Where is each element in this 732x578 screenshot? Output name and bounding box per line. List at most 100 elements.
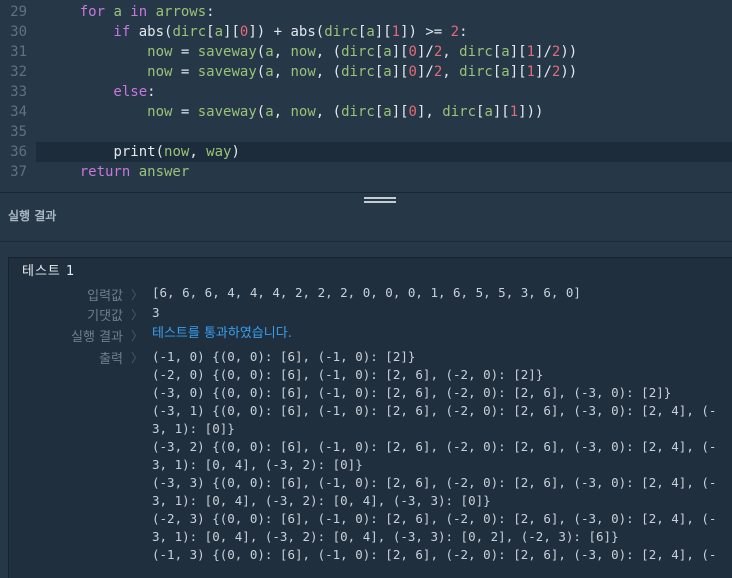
output-line: (-1, 3) {(0, 0): [6], (-1, 0): [2, 6], (… [152,547,717,562]
code-token: , [189,144,207,160]
code-token: saveway [197,44,257,60]
code-token: ]/ [416,64,434,80]
code-token: dirc [459,44,493,60]
code-token: a [383,44,392,60]
code-token: now [290,64,316,80]
code-token: 0 [408,104,417,120]
code-line[interactable]: 31 now = saveway(a, now, (dirc[a][0]/2, … [0,42,732,62]
code-token: 2 [450,24,460,40]
code-line[interactable]: 37 return answer [0,162,732,182]
code-token: ][ [391,64,409,80]
code-text: now = saveway(a, now, (dirc[a][0]/2, dir… [46,42,577,62]
output-line: (-2, 3) {(0, 0): [6], (-1, 0): [2, 6], (… [152,511,717,526]
code-token: [ [206,24,215,40]
code-token: a [265,64,274,80]
code-token: print( [113,144,165,160]
code-token: 1 [509,104,519,120]
output-line: 3, 1): [0, 4], (-3, 2): [0, 4], (-3, 3):… [152,529,619,544]
code-token: : [147,84,156,100]
line-number: 35 [10,124,27,140]
code-token: a [484,104,493,120]
code-token: 1 [526,64,536,80]
code-token: dirc [459,64,493,80]
code-token: , [442,44,460,60]
output-label: 출력 [99,352,123,367]
input-label: 입력값 [87,289,123,304]
code-token: now [290,44,316,60]
code-token: abs( [138,24,173,40]
output-line: (-1, 0) {(0, 0): [6], (-1, 0): [2]} [152,349,416,364]
expected-value: 3 [152,305,160,320]
code-token: a [501,64,510,80]
code-token: , ( [315,44,342,60]
code-token: ) [231,144,240,160]
code-token: ]/ [416,44,434,60]
line-number: 32 [10,64,27,80]
code-token: a [383,104,392,120]
code-token: , [273,44,291,60]
code-line[interactable]: 29 for a in arrows: [0,2,732,22]
code-line[interactable]: 33 else: [0,82,732,102]
code-editor[interactable]: 29 for a in arrows: 30 if abs(dirc[a][0])… [0,0,732,192]
code-token: ][ [391,104,409,120]
result-header-title: 실행 결과 [8,209,57,223]
code-token: dirc [341,44,375,60]
code-token: a [501,44,510,60]
code-token: now [147,64,173,80]
code-token: arrows [155,4,207,20]
code-token: 0 [408,64,417,80]
code-token: = [172,64,198,80]
code-token: ][ [223,24,240,40]
code-token: 0 [408,44,417,60]
code-token: in [121,4,156,20]
code-token: ( [256,104,266,120]
code-token: dirc [172,24,207,40]
line-number: 37 [10,164,27,180]
code-token: 1 [526,44,536,60]
code-token: ( [256,64,266,80]
code-token: , [273,64,291,80]
code-token: ][ [374,24,392,40]
code-token: , ( [315,104,342,120]
code-token: = [172,104,198,120]
line-number: 36 [10,144,27,160]
resize-handle[interactable] [364,197,396,205]
line-number: 29 [10,4,27,20]
code-token: a [265,44,274,60]
code-token: ( [256,44,266,60]
code-line[interactable]: 36 print(now, way) [10,142,732,162]
code-token: a [214,24,224,40]
code-line[interactable]: 32 now = saveway(a, now, (dirc[a][0]/2, … [0,62,732,82]
code-token: ]/ [535,44,552,60]
code-token: ]) >= [400,24,451,40]
code-token: 1 [391,24,401,40]
code-token: saveway [197,104,257,120]
code-token: for [46,4,114,20]
code-token: else [46,84,148,100]
output-line: (-3, 0) {(0, 0): [6], (-1, 0): [2, 6], (… [152,385,672,400]
test-case-title: 테스트 1 [22,264,76,279]
handle-bar-bottom [364,201,396,203]
output-value: (-1, 0) {(0, 0): [6], (-1, 0): [2]} (-2, … [152,348,724,564]
code-text: now = saveway(a, now, (dirc[a][0]/2, dir… [46,62,577,82]
code-token: ]) + [248,24,291,40]
line-number: 30 [10,24,27,40]
code-line[interactable]: 35 [0,122,732,142]
result-label: 실행 결과 [71,330,123,345]
code-text: for a in arrows: [46,2,215,22]
code-text: else: [46,82,156,102]
code-line[interactable]: 34 now = saveway(a, now, (dirc[a][0], di… [0,102,732,122]
expected-label: 기댓값 [87,309,123,324]
code-token: , [442,64,460,80]
code-token: now [147,104,173,120]
code-token: ], [416,104,443,120]
line-number: 34 [10,104,27,120]
code-line[interactable]: 30 if abs(dirc[a][0]) + abs(dirc[a][1]) … [0,22,732,42]
output-line: (-3, 2) {(0, 0): [6], (-1, 0): [2, 6], (… [152,439,717,454]
code-token: , [273,104,291,120]
output-separator: 〉 [131,351,144,365]
output-line: 3, 1): [0]} [152,421,235,436]
